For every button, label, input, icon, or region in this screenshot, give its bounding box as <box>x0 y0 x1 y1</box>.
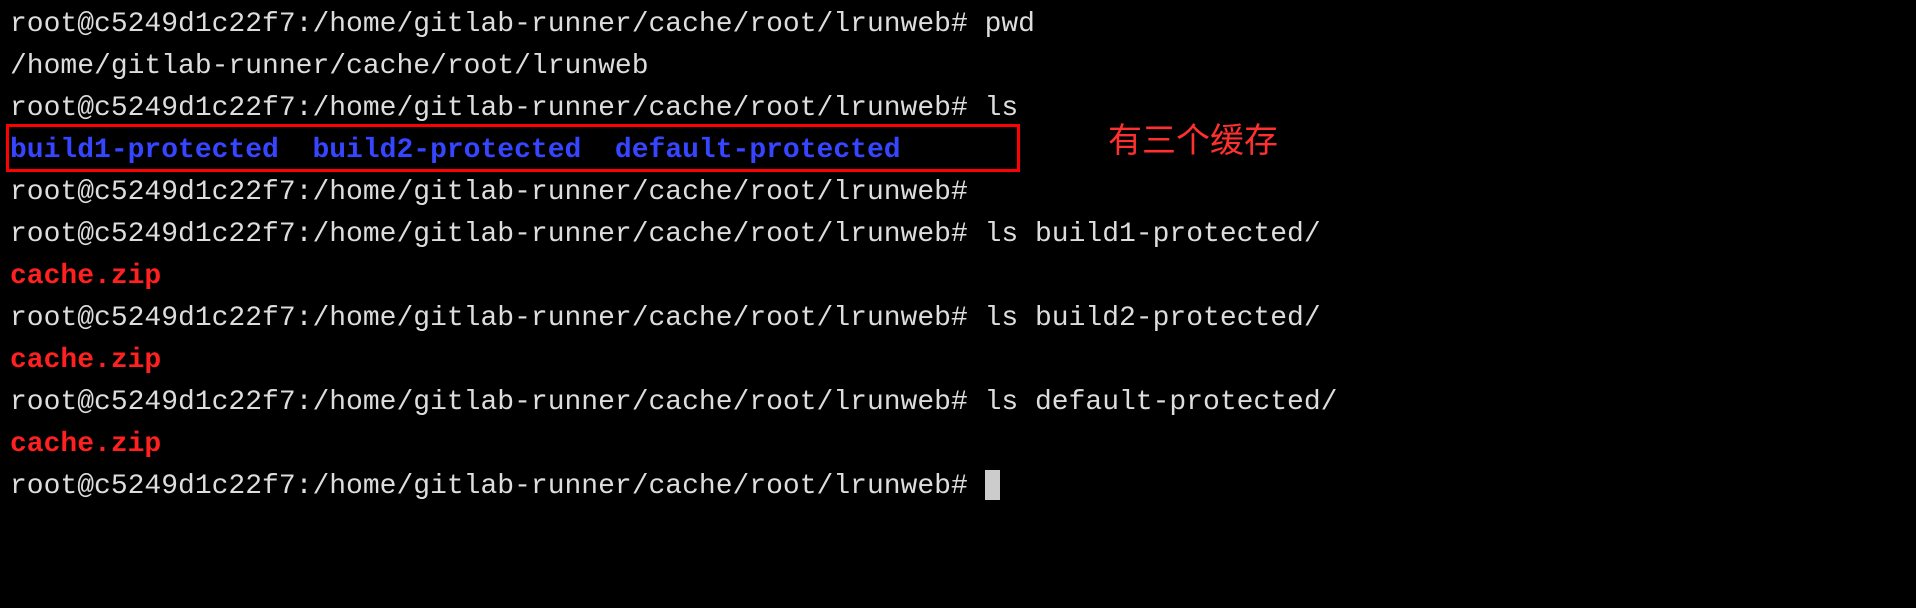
command-text: ls default-protected/ <box>985 387 1338 418</box>
terminal-line: root@c5249d1c22f7:/home/gitlab-runner/ca… <box>10 298 1906 340</box>
terminal-line[interactable]: root@c5249d1c22f7:/home/gitlab-runner/ca… <box>10 466 1906 508</box>
shell-prompt: root@c5249d1c22f7:/home/gitlab-runner/ca… <box>10 471 968 502</box>
terminal-output: cache.zip <box>10 424 1906 466</box>
terminal-output: build1-protected build2-protected defaul… <box>10 130 1906 172</box>
archive-file: cache.zip <box>10 261 161 292</box>
command-text: ls build2-protected/ <box>985 303 1321 334</box>
shell-prompt: root@c5249d1c22f7:/home/gitlab-runner/ca… <box>10 387 968 418</box>
pwd-output: /home/gitlab-runner/cache/root/lrunweb <box>10 51 649 82</box>
directory-entry: build1-protected <box>10 135 279 166</box>
terminal-output: /home/gitlab-runner/cache/root/lrunweb <box>10 46 1906 88</box>
shell-prompt: root@c5249d1c22f7:/home/gitlab-runner/ca… <box>10 177 968 208</box>
terminal-output: cache.zip <box>10 340 1906 382</box>
command-text: ls <box>985 93 1019 124</box>
command-text: pwd <box>985 9 1035 40</box>
directory-entry: build2-protected <box>312 135 581 166</box>
command-text: ls build1-protected/ <box>985 219 1321 250</box>
archive-file: cache.zip <box>10 345 161 376</box>
cursor-icon <box>985 470 1000 500</box>
terminal-output: cache.zip <box>10 256 1906 298</box>
shell-prompt: root@c5249d1c22f7:/home/gitlab-runner/ca… <box>10 303 968 334</box>
annotation-text: 有三个缓存 <box>1108 116 1278 167</box>
directory-entry: default-protected <box>615 135 901 166</box>
terminal-line: root@c5249d1c22f7:/home/gitlab-runner/ca… <box>10 172 1906 214</box>
shell-prompt: root@c5249d1c22f7:/home/gitlab-runner/ca… <box>10 219 968 250</box>
terminal-line: root@c5249d1c22f7:/home/gitlab-runner/ca… <box>10 382 1906 424</box>
terminal-line: root@c5249d1c22f7:/home/gitlab-runner/ca… <box>10 214 1906 256</box>
terminal-line: root@c5249d1c22f7:/home/gitlab-runner/ca… <box>10 88 1906 130</box>
shell-prompt: root@c5249d1c22f7:/home/gitlab-runner/ca… <box>10 9 968 40</box>
terminal-line: root@c5249d1c22f7:/home/gitlab-runner/ca… <box>10 4 1906 46</box>
archive-file: cache.zip <box>10 429 161 460</box>
shell-prompt: root@c5249d1c22f7:/home/gitlab-runner/ca… <box>10 93 968 124</box>
